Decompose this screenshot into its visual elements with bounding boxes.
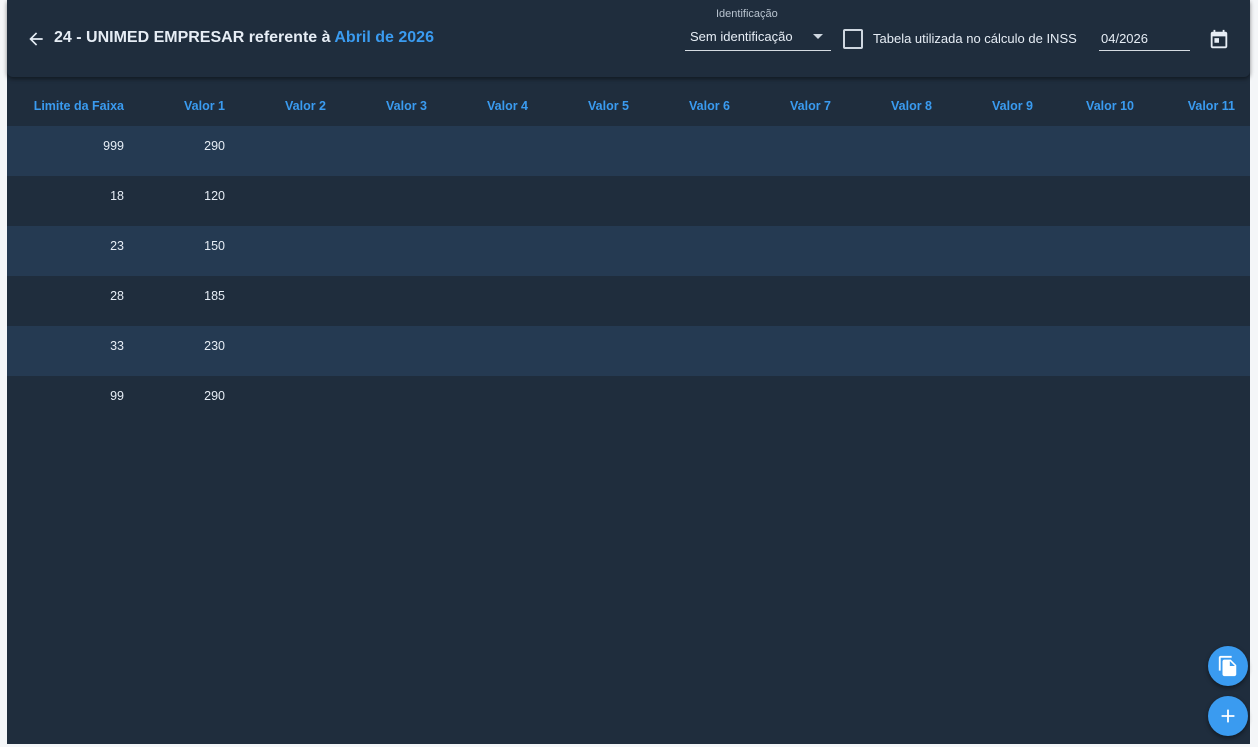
page-title-period: Abril de 2026 <box>334 29 434 46</box>
identification-select[interactable]: Sem identificação <box>685 25 831 51</box>
window-frame-right <box>1250 0 1258 747</box>
column-header-valor4[interactable]: Valor 4 <box>487 99 528 113</box>
column-header-valor7[interactable]: Valor 7 <box>790 99 831 113</box>
column-header-limite[interactable]: Limite da Faixa <box>34 99 124 113</box>
add-button[interactable] <box>1208 696 1248 736</box>
cell-limite: 999 <box>103 139 124 153</box>
column-header-valor10[interactable]: Valor 10 <box>1086 99 1134 113</box>
column-header-valor2[interactable]: Valor 2 <box>285 99 326 113</box>
cell-valor1: 290 <box>204 389 225 403</box>
cell-limite: 33 <box>110 339 124 353</box>
calendar-icon <box>1210 29 1228 49</box>
cell-limite: 28 <box>110 289 124 303</box>
chevron-down-icon <box>813 34 823 39</box>
page-title: 24 - UNIMED EMPRESAR referente à Abril d… <box>54 29 434 47</box>
back-button[interactable] <box>24 27 48 51</box>
arrow-left-icon <box>29 32 43 46</box>
table-row[interactable]: 99 290 <box>7 376 1250 426</box>
identification-label: Identificação <box>716 8 778 20</box>
inss-checkbox-label[interactable]: Tabela utilizada no cálculo de INSS <box>873 31 1077 46</box>
cell-valor1: 185 <box>204 289 225 303</box>
column-header-valor6[interactable]: Valor 6 <box>689 99 730 113</box>
cell-valor1: 230 <box>204 339 225 353</box>
cell-valor1: 120 <box>204 189 225 203</box>
date-input[interactable] <box>1099 28 1190 48</box>
column-header-valor9[interactable]: Valor 9 <box>992 99 1033 113</box>
column-header-valor11[interactable]: Valor 11 <box>1188 99 1235 113</box>
calendar-button[interactable] <box>1207 28 1231 52</box>
faixas-table: Limite da Faixa Valor 1 Valor 2 Valor 3 … <box>7 86 1250 744</box>
table-row[interactable]: 18 120 <box>7 176 1250 226</box>
column-header-valor1[interactable]: Valor 1 <box>184 99 225 113</box>
page-header: 24 - UNIMED EMPRESAR referente à Abril d… <box>7 0 1250 77</box>
column-header-valor5[interactable]: Valor 5 <box>588 99 629 113</box>
table-row[interactable]: 999 290 <box>7 126 1250 176</box>
cell-limite: 99 <box>110 389 124 403</box>
copy-button[interactable] <box>1208 646 1248 686</box>
window-frame-left <box>0 0 7 747</box>
column-header-valor3[interactable]: Valor 3 <box>386 99 427 113</box>
plus-icon <box>1221 709 1235 723</box>
date-field[interactable] <box>1099 25 1190 51</box>
cell-valor1: 290 <box>204 139 225 153</box>
copy-icon <box>1218 655 1237 677</box>
cell-limite: 18 <box>110 189 124 203</box>
cell-valor1: 150 <box>204 239 225 253</box>
table-row[interactable]: 23 150 <box>7 226 1250 276</box>
table-row[interactable]: 33 230 <box>7 326 1250 376</box>
inss-checkbox[interactable] <box>843 29 863 49</box>
page-title-text: 24 - UNIMED EMPRESAR referente à <box>54 29 331 46</box>
identification-value: Sem identificação <box>690 29 793 44</box>
column-header-valor8[interactable]: Valor 8 <box>891 99 932 113</box>
table-header: Limite da Faixa Valor 1 Valor 2 Valor 3 … <box>7 86 1250 126</box>
cell-limite: 23 <box>110 239 124 253</box>
table-row[interactable]: 28 185 <box>7 276 1250 326</box>
